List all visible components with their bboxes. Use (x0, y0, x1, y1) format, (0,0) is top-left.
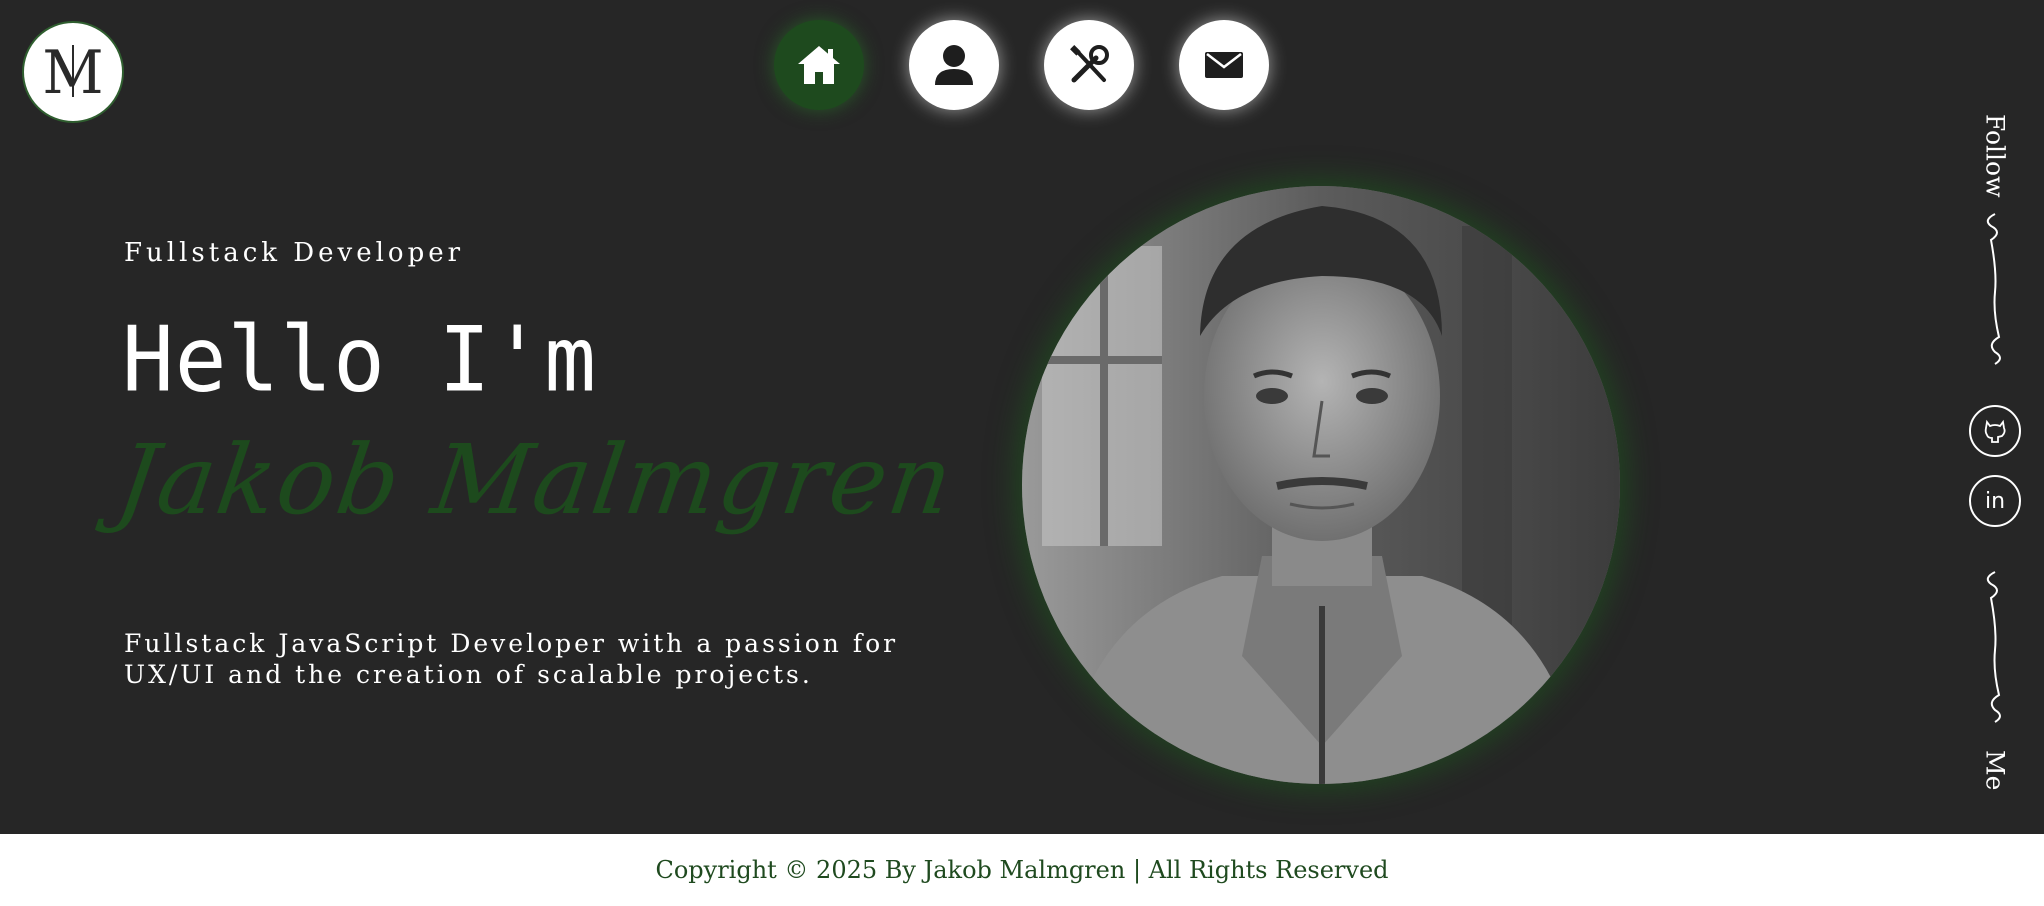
swirl-divider-icon (1986, 213, 2001, 365)
me-label: Me (1980, 750, 2010, 791)
hero-name: Jakob Malmgren (110, 424, 961, 536)
user-icon (935, 45, 973, 85)
linkedin-link[interactable]: in (1969, 475, 2021, 527)
hero-description: Fullstack JavaScript Developer with a pa… (124, 629, 899, 689)
nav-contact-button[interactable] (1179, 20, 1269, 110)
github-icon (1984, 419, 2006, 443)
tools-icon (1070, 45, 1109, 83)
main-navigation (774, 20, 1269, 110)
swirl-divider-bottom-icon (1986, 571, 2001, 723)
hero-subtitle: Fullstack Developer (124, 238, 465, 268)
monogram-logo-icon: M (42, 38, 103, 107)
nav-home-button[interactable] (774, 20, 864, 110)
site-footer: Copyright © 2025 By Jakob Malmgren | All… (0, 834, 2044, 906)
hero-greeting: Hello I'm (122, 307, 597, 413)
nav-skills-button[interactable] (1044, 20, 1134, 110)
nav-about-button[interactable] (909, 20, 999, 110)
site-logo[interactable]: M (22, 21, 124, 123)
portrait-image (1022, 186, 1620, 784)
hero-section: M Fullstack Developer Hello I'm Jakob Ma… (0, 0, 2044, 834)
follow-label: Follow (1980, 114, 2010, 198)
copyright-text: Copyright © 2025 By Jakob Malmgren | All… (655, 856, 1389, 884)
home-icon (798, 46, 840, 84)
linkedin-icon: in (1984, 488, 2006, 514)
mail-icon (1205, 52, 1243, 78)
profile-portrait (1022, 186, 1620, 784)
github-link[interactable] (1969, 405, 2021, 457)
social-sidebar: Follow in Me (1960, 100, 2030, 800)
